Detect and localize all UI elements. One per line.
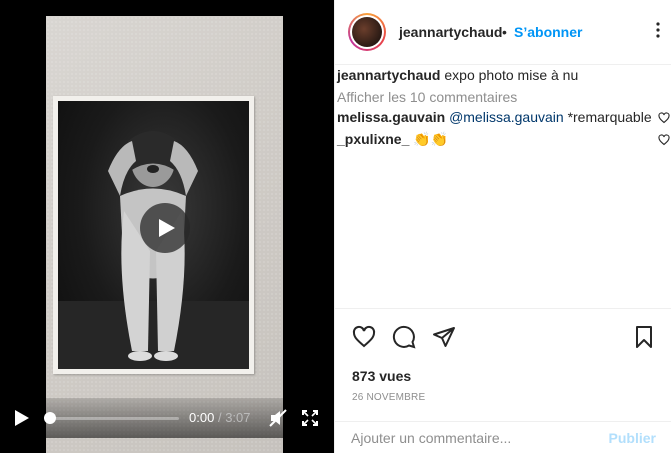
- comment-icon[interactable]: [392, 325, 416, 349]
- progress-track[interactable]: [47, 417, 179, 420]
- duration: 3:07: [225, 410, 251, 425]
- avatar-image: [352, 17, 382, 47]
- share-icon[interactable]: [432, 325, 456, 349]
- publish-button[interactable]: Publier: [609, 430, 656, 446]
- comment-username[interactable]: _pxulixne_: [337, 131, 409, 147]
- fullscreen-button[interactable]: [300, 408, 320, 428]
- video-player[interactable]: 0:00 / 3:07: [0, 0, 334, 453]
- comment-text: *remarquable: [567, 109, 652, 125]
- play-icon: [158, 219, 175, 237]
- caption-text: expo photo mise à nu: [444, 67, 579, 83]
- comment-item: melissa.gauvain @melissa.gauvain *remarq…: [337, 109, 652, 125]
- time-separator: /: [217, 410, 222, 425]
- follow-button[interactable]: S’abonner: [514, 24, 582, 40]
- comment-heart-icon[interactable]: [658, 134, 670, 146]
- post-panel: jeannartychaud • S’abonner jeannartychau…: [334, 0, 671, 453]
- heart-icon[interactable]: [352, 325, 376, 349]
- bookmark-icon[interactable]: [632, 325, 656, 349]
- mute-button[interactable]: [268, 408, 288, 428]
- views-count[interactable]: 873 vues: [352, 368, 411, 384]
- comment-username[interactable]: melissa.gauvain: [337, 109, 445, 125]
- video-controls: 0:00 / 3:07: [0, 398, 334, 438]
- comment-text: 👏👏: [413, 131, 449, 147]
- comment-item: _pxulixne_ 👏👏: [337, 131, 448, 148]
- comment-mention[interactable]: @melissa.gauvain: [449, 109, 564, 125]
- current-time: 0:00: [189, 410, 215, 425]
- post-date[interactable]: 26 NOVEMBRE: [352, 392, 425, 403]
- header-separator: •: [502, 24, 507, 40]
- comments-section: jeannartychaud expo photo mise à nu Affi…: [335, 65, 671, 307]
- caption-username[interactable]: jeannartychaud: [337, 67, 440, 83]
- comment-heart-icon[interactable]: [658, 112, 670, 124]
- play-button[interactable]: [12, 409, 32, 427]
- fullscreen-icon: [302, 410, 318, 426]
- avatar[interactable]: [348, 13, 386, 51]
- time-display: 0:00 / 3:07: [189, 410, 251, 425]
- more-options-icon: [656, 22, 660, 38]
- progress-knob[interactable]: [44, 412, 56, 424]
- comment-input[interactable]: [351, 430, 601, 446]
- caption: jeannartychaud expo photo mise à nu: [337, 67, 578, 83]
- action-bar: [335, 308, 671, 364]
- header-username[interactable]: jeannartychaud: [399, 24, 502, 40]
- big-play-button[interactable]: [140, 203, 190, 253]
- play-icon: [15, 410, 29, 426]
- post-header: jeannartychaud • S’abonner: [335, 0, 671, 65]
- view-all-comments-link[interactable]: Afficher les 10 commentaires: [337, 89, 517, 105]
- add-comment-bar: Publier: [335, 421, 671, 453]
- more-options-button[interactable]: [650, 18, 666, 42]
- mute-icon: [269, 409, 287, 427]
